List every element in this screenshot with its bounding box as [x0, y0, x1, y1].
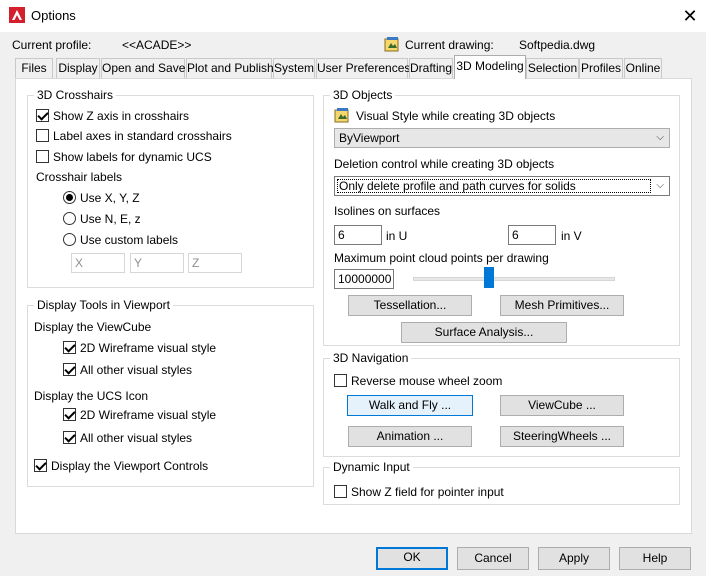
ucs-all-styles-checkbox[interactable] [63, 431, 76, 444]
chevron-down-icon: ⌵ [656, 180, 664, 191]
viewcube-2d-wireframe-label: 2D Wireframe visual style [80, 341, 217, 355]
current-drawing-label: Current drawing: [405, 38, 494, 52]
crosshair-labels-heading: Crosshair labels [36, 170, 123, 184]
label-axes-label: Label axes in standard crosshairs [53, 129, 232, 143]
use-xyz-label: Use X, Y, Z [80, 191, 140, 205]
use-nez-label: Use N, E, z [80, 212, 141, 226]
tab-plot-and-publish[interactable]: Plot and Publish [186, 58, 274, 78]
deletion-control-dropdown[interactable]: Only delete profile and path curves for … [334, 176, 670, 196]
ok-button[interactable]: OK [376, 547, 448, 570]
visual-style-label: Visual Style while creating 3D objects [356, 109, 556, 123]
label-axes-checkbox[interactable] [36, 129, 49, 142]
visual-style-icon [334, 108, 349, 123]
in-u-label: in U [386, 229, 408, 243]
ucs-2d-wireframe-checkbox[interactable] [63, 408, 76, 421]
custom-x-field[interactable]: X [71, 253, 125, 273]
apply-button[interactable]: Apply [538, 547, 610, 570]
visual-style-value: ByViewport [339, 131, 400, 145]
dynamic-input-group-title: Dynamic Input [330, 460, 413, 474]
current-profile-value: <<ACADE>> [122, 38, 192, 52]
tab-3d-modeling[interactable]: 3D Modeling [454, 55, 526, 79]
tab-files[interactable]: Files [15, 58, 53, 78]
point-cloud-field[interactable]: 10000000 [334, 269, 394, 289]
tab-drafting[interactable]: Drafting [409, 58, 453, 78]
walk-and-fly-button[interactable]: Walk and Fly ... [347, 395, 473, 416]
viewcube-all-styles-label: All other visual styles [80, 363, 193, 377]
objects-3d-group-title: 3D Objects [330, 88, 396, 102]
tab-selection-spacer[interactable]: Selection [526, 58, 579, 78]
visual-style-dropdown[interactable]: ByViewport ⌵ [334, 128, 670, 148]
isolines-label: Isolines on surfaces [334, 204, 441, 218]
title-bar [0, 0, 706, 32]
tab-profiles[interactable]: Profiles [579, 58, 623, 78]
viewcube-all-styles-checkbox[interactable] [63, 363, 76, 376]
crosshairs-group-title: 3D Crosshairs [34, 88, 117, 102]
show-labels-ucs-label: Show labels for dynamic UCS [53, 150, 212, 164]
viewcube-2d-wireframe-checkbox[interactable] [63, 341, 76, 354]
deletion-control-value: Only delete profile and path curves for … [337, 179, 651, 193]
custom-y-field[interactable]: Y [130, 253, 184, 273]
animation-button[interactable]: Animation ... [348, 426, 472, 447]
show-z-axis-checkbox[interactable] [36, 109, 49, 122]
current-profile-label: Current profile: [12, 38, 92, 52]
use-nez-radio[interactable] [63, 212, 76, 225]
show-z-axis-label: Show Z axis in crosshairs [53, 109, 190, 123]
steering-wheels-button[interactable]: SteeringWheels ... [500, 426, 624, 447]
surface-analysis-button[interactable]: Surface Analysis... [401, 322, 567, 343]
point-cloud-label: Maximum point cloud points per drawing [334, 251, 549, 265]
drawing-file-icon [384, 37, 399, 52]
reverse-wheel-label: Reverse mouse wheel zoom [351, 374, 503, 388]
window-title: Options [31, 8, 76, 23]
autocad-logo-icon [9, 7, 25, 23]
show-z-field-label: Show Z field for pointer input [351, 485, 504, 499]
show-labels-ucs-checkbox[interactable] [36, 150, 49, 163]
isolines-v-field[interactable]: 6 [508, 225, 556, 245]
mesh-primitives-button[interactable]: Mesh Primitives... [500, 295, 624, 316]
use-custom-labels-label: Use custom labels [80, 233, 179, 247]
navigation-3d-group-title: 3D Navigation [330, 351, 412, 365]
use-custom-labels-radio[interactable] [63, 233, 76, 246]
reverse-wheel-checkbox[interactable] [334, 374, 347, 387]
close-icon[interactable]: ✕ [678, 4, 702, 28]
current-drawing-value: Softpedia.dwg [519, 38, 596, 52]
use-xyz-radio[interactable] [63, 191, 76, 204]
viewcube-button[interactable]: ViewCube ... [500, 395, 624, 416]
tessellation-button[interactable]: Tessellation... [348, 295, 472, 316]
display-tools-group-title: Display Tools in Viewport [34, 298, 173, 312]
tab-system[interactable]: System [273, 58, 315, 78]
ucs-icon-heading: Display the UCS Icon [34, 389, 149, 403]
in-v-label: in V [561, 229, 582, 243]
tab-open-and-save[interactable]: Open and Save [101, 58, 185, 78]
viewport-controls-checkbox[interactable] [34, 459, 47, 472]
help-button[interactable]: Help [619, 547, 691, 570]
isolines-u-field[interactable]: 6 [334, 225, 382, 245]
tab-online[interactable]: Online [624, 58, 662, 78]
point-cloud-slider-thumb[interactable] [484, 267, 494, 288]
tab-user-preferences[interactable]: User Preferences [316, 58, 410, 78]
cancel-button[interactable]: Cancel [457, 547, 529, 570]
deletion-control-label: Deletion control while creating 3D objec… [334, 157, 555, 171]
custom-z-field[interactable]: Z [188, 253, 242, 273]
tab-display[interactable]: Display [56, 58, 100, 78]
point-cloud-slider-track[interactable] [413, 277, 615, 281]
show-z-field-checkbox[interactable] [334, 485, 347, 498]
ucs-2d-wireframe-label: 2D Wireframe visual style [80, 408, 217, 422]
viewcube-heading: Display the ViewCube [34, 320, 152, 334]
ucs-all-styles-label: All other visual styles [80, 431, 193, 445]
viewport-controls-label: Display the Viewport Controls [51, 459, 209, 473]
chevron-down-icon: ⌵ [656, 132, 664, 143]
